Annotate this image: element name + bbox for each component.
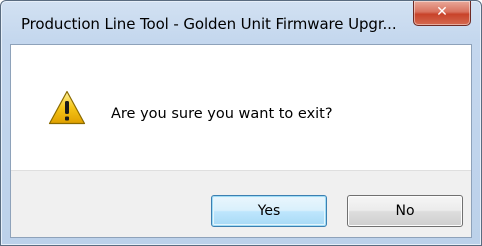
yes-button[interactable]: Yes xyxy=(211,195,327,227)
close-button[interactable]: ✕ xyxy=(413,1,471,26)
confirmation-message: Are you sure you want to exit? xyxy=(111,106,333,122)
button-bar: Yes No xyxy=(11,170,471,237)
title-bar[interactable]: Production Line Tool - Golden Unit Firmw… xyxy=(1,1,481,43)
dialog-body: Are you sure you want to exit? Yes No xyxy=(10,44,472,238)
window-title: Production Line Tool - Golden Unit Firmw… xyxy=(21,15,397,33)
close-icon: ✕ xyxy=(436,4,448,20)
warning-icon xyxy=(48,90,86,125)
dialog-window: Production Line Tool - Golden Unit Firmw… xyxy=(0,0,482,246)
message-area: Are you sure you want to exit? xyxy=(11,45,471,170)
no-button[interactable]: No xyxy=(347,195,463,227)
